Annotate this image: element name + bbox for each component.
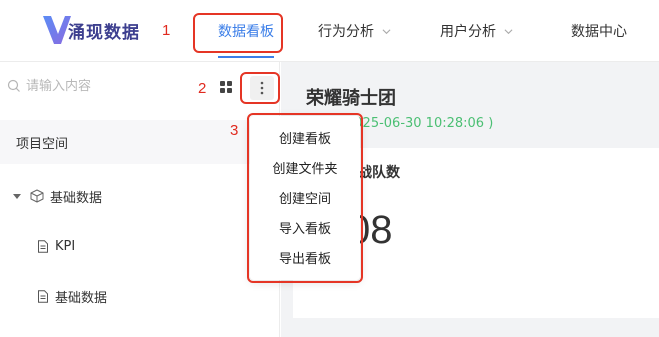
nav-tab-behavior-analysis[interactable]: 行为分析 (318, 0, 391, 62)
menu-item-label: 导出看板 (278, 251, 331, 267)
nav-tab-label: 数据看板 (218, 24, 274, 40)
document-icon (38, 289, 48, 303)
section-title: 项目空间 (16, 136, 69, 152)
document-icon (38, 239, 48, 253)
tree-item-label: KPI (55, 238, 76, 254)
brand-name: 涌现数据 (68, 22, 140, 43)
grid-view-icon[interactable] (219, 80, 233, 94)
caret-down-icon[interactable] (12, 191, 22, 201)
menu-item-import-board[interactable]: 导入看板 (250, 212, 360, 242)
nav-tab-label: 用户分析 (440, 24, 496, 40)
tree-folder-basic-data[interactable]: 基础数据 (0, 176, 279, 216)
menu-item-export-board[interactable]: 导出看板 (250, 242, 360, 272)
menu-item-label: 导入看板 (278, 221, 331, 237)
more-actions-button[interactable] (250, 76, 274, 100)
annotation-marker-3: 3 (230, 122, 239, 139)
tree-item-kpi[interactable]: KPI (0, 226, 279, 266)
menu-item-create-space[interactable]: 创建空间 (250, 182, 360, 212)
annotation-marker-2: 2 (198, 80, 207, 97)
menu-item-create-folder[interactable]: 创建文件夹 (250, 152, 360, 182)
nav-tab-dashboard[interactable]: 数据看板 (218, 0, 274, 62)
chevron-down-icon (504, 28, 513, 34)
search-row (0, 62, 280, 112)
create-actions-menu: 创建看板 创建文件夹 创建空间 导入看板 导出看板 (250, 116, 360, 280)
menu-item-label: 创建看板 (278, 131, 331, 147)
annotation-marker-1: 1 (162, 22, 171, 39)
nav-tab-label: 数据中心 (571, 24, 627, 40)
team-name: 荣耀骑士团 (306, 88, 396, 109)
menu-item-label: 创建文件夹 (272, 161, 338, 177)
tree-item-basic-data-board[interactable]: 基础数据 (0, 276, 279, 316)
menu-item-label: 创建空间 (278, 191, 331, 207)
cube-icon (30, 189, 44, 203)
search-icon (7, 79, 20, 92)
search-input[interactable] (26, 74, 186, 98)
top-header: 涌现数据 1 数据看板 行为分析 用户分析 数据中心 (0, 0, 659, 62)
menu-item-create-board[interactable]: 创建看板 (250, 122, 360, 152)
nav-tab-data-center[interactable]: 数据中心 (571, 0, 627, 62)
active-tab-indicator (218, 56, 274, 58)
updated-time: 2025-06-30 10:28:06 ) (346, 116, 494, 131)
sidebar: 项目空间 基础数据 KPI 基础数据 (0, 62, 280, 337)
nav-tab-label: 行为分析 (318, 24, 374, 40)
chevron-down-icon (382, 28, 391, 34)
nav-tab-user-analysis[interactable]: 用户分析 (440, 0, 513, 62)
tree-item-label: 基础数据 (55, 290, 108, 306)
brand-logo[interactable]: 涌现数据 (42, 12, 140, 48)
tree-item-label: 基础数据 (50, 190, 103, 206)
more-vertical-icon (260, 81, 264, 95)
